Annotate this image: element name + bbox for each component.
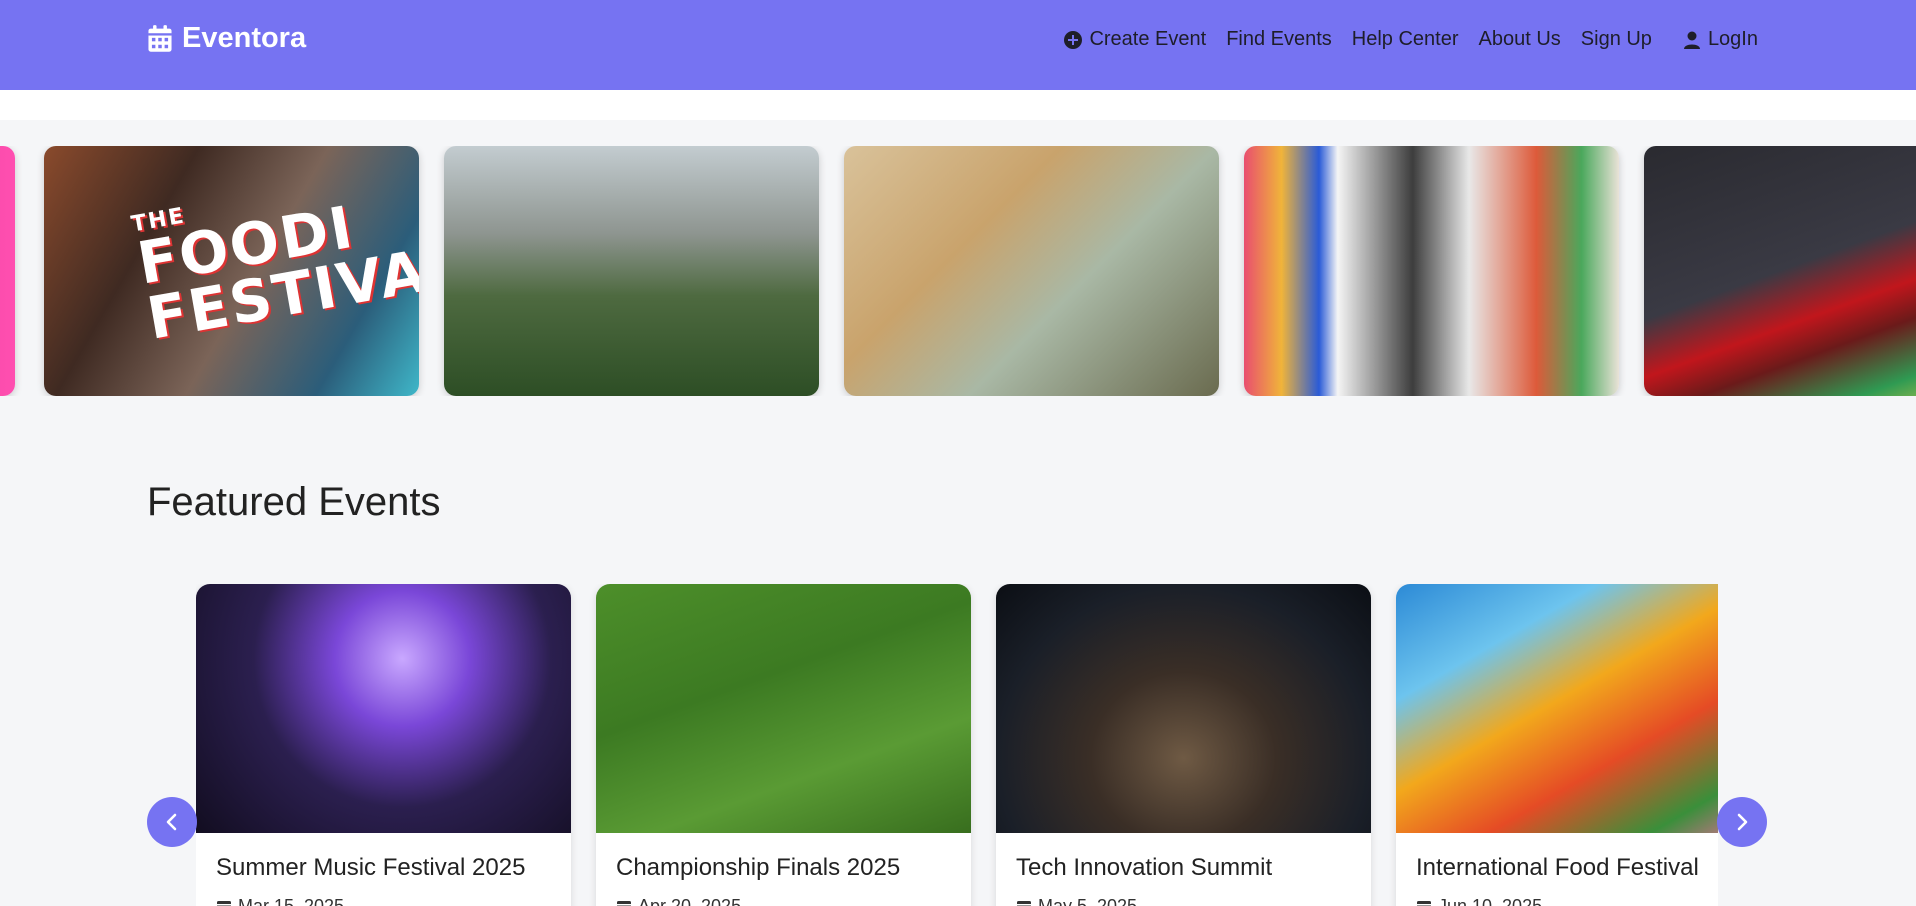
brand-name: Eventora xyxy=(182,22,307,54)
help-center-link[interactable]: Help Center xyxy=(1352,28,1459,51)
event-date: Jun 10, 2025 xyxy=(1416,896,1542,906)
calendar-icon xyxy=(217,900,231,906)
chevron-right-icon xyxy=(1737,813,1748,831)
event-title: International Food Festival xyxy=(1416,854,1699,881)
event-title: Tech Innovation Summit xyxy=(1016,854,1273,881)
event-card[interactable]: Championship Finals 2025 Apr 20, 2025 xyxy=(596,584,971,906)
calendar-icon xyxy=(1417,900,1431,906)
carousel-next-button[interactable] xyxy=(1717,797,1767,847)
hero-card-partial[interactable] xyxy=(0,146,15,396)
hero-card-classroom[interactable] xyxy=(844,146,1219,396)
event-card[interactable]: International Food Festival Jun 10, 2025 xyxy=(1396,584,1718,906)
login-label: LogIn xyxy=(1707,28,1758,50)
sign-up-link[interactable]: Sign Up xyxy=(1581,28,1652,51)
calendar-icon xyxy=(617,900,631,906)
event-date: Apr 20, 2025 xyxy=(616,896,741,906)
foodi-festival-logo: THE FOODI FESTIVAL xyxy=(129,192,419,353)
event-card[interactable]: Summer Music Festival 2025 Mar 15, 2025 xyxy=(196,584,571,906)
brand-logo[interactable]: Eventora xyxy=(146,22,306,55)
hero-card-racing[interactable] xyxy=(1644,146,1916,396)
event-date-text: Jun 10, 2025 xyxy=(1438,896,1543,906)
calendar-icon xyxy=(148,24,172,52)
featured-events-heading: Featured Events xyxy=(147,480,441,524)
event-date: May 5, 2025 xyxy=(1016,896,1137,906)
event-image xyxy=(1396,584,1718,833)
create-event-label: Create Event xyxy=(1089,28,1207,50)
hero-card-foodi-festival[interactable]: THE FOODI FESTIVAL xyxy=(44,146,419,396)
event-image xyxy=(996,584,1371,833)
event-date: Mar 15, 2025 xyxy=(216,896,344,906)
event-title: Summer Music Festival 2025 xyxy=(216,854,526,881)
featured-events-carousel: Summer Music Festival 2025 Mar 15, 2025 … xyxy=(196,584,1718,906)
find-events-link[interactable]: Find Events xyxy=(1226,28,1332,51)
event-title: Championship Finals 2025 xyxy=(616,854,901,881)
hero-carousel: THE FOODI FESTIVAL xyxy=(0,146,1916,396)
carousel-prev-button[interactable] xyxy=(147,797,197,847)
calendar-icon xyxy=(1017,900,1031,906)
create-event-link[interactable]: Create Event xyxy=(1063,28,1206,51)
login-link[interactable]: LogIn xyxy=(1682,28,1758,51)
event-date-text: May 5, 2025 xyxy=(1038,896,1138,906)
event-image xyxy=(596,584,971,833)
about-us-link[interactable]: About Us xyxy=(1479,28,1561,51)
top-navbar: Eventora Create Event Find Events Help C… xyxy=(0,0,1916,90)
hero-card-hiking[interactable] xyxy=(444,146,819,396)
chevron-left-icon xyxy=(166,813,177,831)
event-date-text: Apr 20, 2025 xyxy=(638,896,742,906)
event-card[interactable]: Tech Innovation Summit May 5, 2025 xyxy=(996,584,1371,906)
hero-top-strip xyxy=(0,90,1916,120)
plus-circle-icon xyxy=(1064,30,1083,49)
event-image xyxy=(196,584,571,833)
hero-card-art-exhibition[interactable] xyxy=(1244,146,1619,396)
nav-links: Create Event Find Events Help Center Abo… xyxy=(1043,28,1758,51)
user-icon xyxy=(1683,31,1700,49)
event-date-text: Mar 15, 2025 xyxy=(238,896,345,906)
